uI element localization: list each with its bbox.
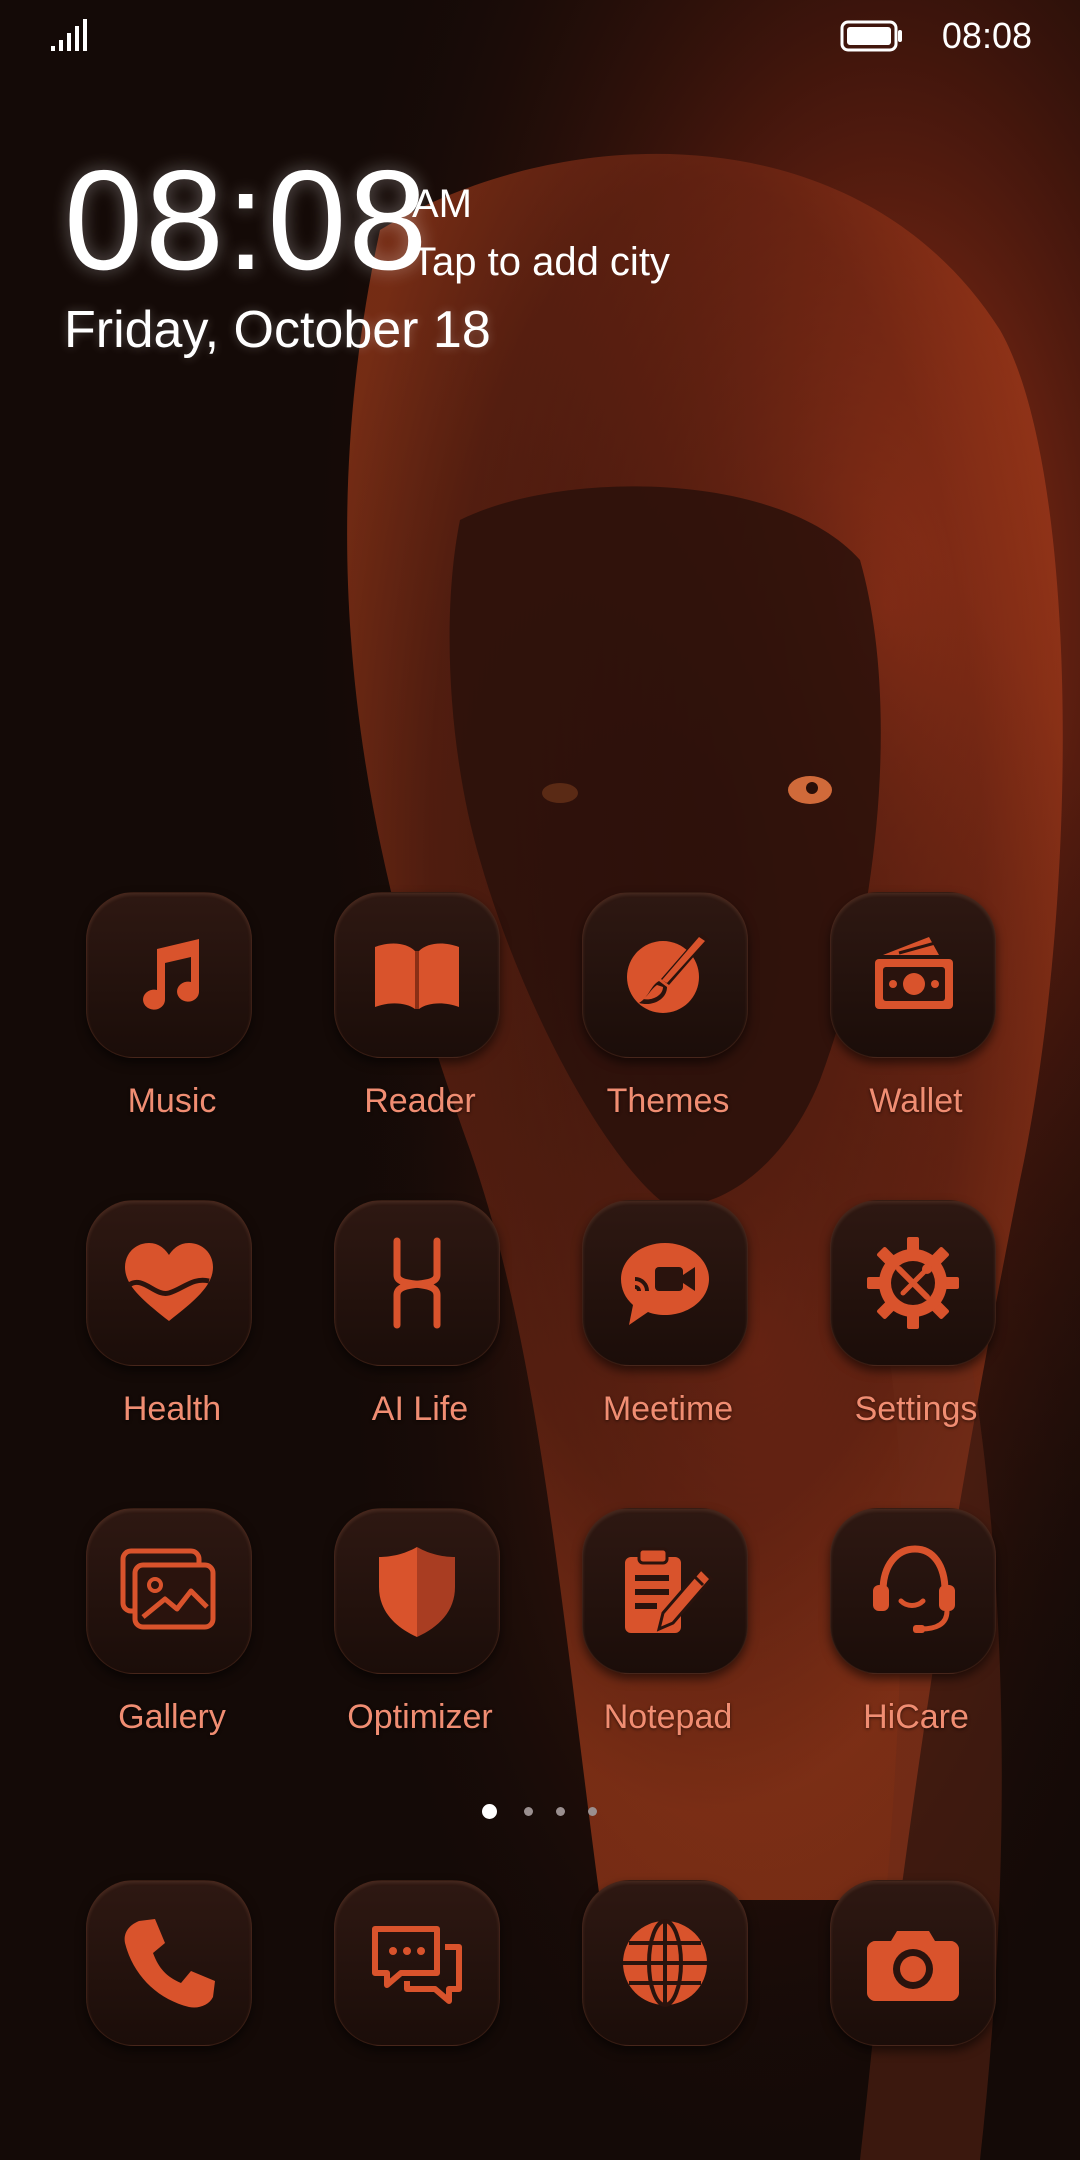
app-notepad-label: Notepad (603, 1698, 733, 1736)
page-dot-1[interactable] (482, 1804, 497, 1819)
ai-life-icon (393, 1237, 441, 1329)
dock-browser-tile[interactable] (582, 1880, 748, 2046)
app-meetime-label: Meetime (602, 1390, 734, 1428)
page-dot-3[interactable] (556, 1807, 565, 1816)
page-dot-2[interactable] (524, 1807, 533, 1816)
app-wallet-label: Wallet (869, 1082, 963, 1120)
app-settings-tile[interactable] (830, 1200, 996, 1366)
heart-icon (125, 1243, 213, 1321)
app-reader-tile[interactable] (334, 892, 500, 1058)
status-bar: 08:08 (0, 0, 1080, 72)
app-music-tile[interactable] (86, 892, 252, 1058)
dock-messages[interactable] (296, 1880, 544, 2150)
clock-ampm: AM (412, 182, 472, 226)
app-meetime-tile[interactable] (582, 1200, 748, 1366)
app-music[interactable]: Music (48, 892, 296, 1162)
app-gallery[interactable]: Gallery (48, 1508, 296, 1778)
app-health-label: Health (122, 1390, 222, 1428)
status-bar-time: 08:08 (941, 15, 1032, 56)
app-settings[interactable]: Settings (792, 1200, 1040, 1470)
app-themes-label: Themes (606, 1082, 730, 1120)
gear-tools-icon (867, 1237, 959, 1329)
app-gallery-label: Gallery (118, 1698, 226, 1736)
app-gallery-tile[interactable] (86, 1508, 252, 1674)
book-icon (375, 943, 459, 1009)
app-optimizer-label: Optimizer (347, 1698, 493, 1736)
app-ai-life-tile[interactable] (334, 1200, 500, 1366)
money-icon (875, 937, 953, 1009)
clock-date[interactable]: Friday, October 18 (64, 300, 491, 360)
app-reader-label: Reader (364, 1082, 476, 1120)
video-chat-icon (621, 1243, 709, 1325)
app-settings-label: Settings (854, 1390, 978, 1428)
weather-city-prompt[interactable]: Tap to add city (412, 240, 670, 285)
dock-camera-tile[interactable] (830, 1880, 996, 2046)
dock-browser[interactable] (544, 1880, 792, 2150)
clock-time[interactable]: 08:08 (64, 150, 429, 292)
music-note-icon (143, 939, 200, 1010)
app-themes-tile[interactable] (582, 892, 748, 1058)
headset-icon (873, 1545, 955, 1633)
phone-icon (124, 1919, 215, 2008)
app-hicare-label: HiCare (863, 1698, 969, 1736)
app-hicare[interactable]: HiCare (792, 1508, 1040, 1778)
app-optimizer[interactable]: Optimizer (296, 1508, 544, 1778)
dock-phone[interactable] (48, 1880, 296, 2150)
messages-icon (372, 1926, 462, 2004)
app-reader[interactable]: Reader (296, 892, 544, 1162)
app-wallet-tile[interactable] (830, 892, 996, 1058)
app-notepad[interactable]: Notepad (544, 1508, 792, 1778)
app-meetime[interactable]: Meetime (544, 1200, 792, 1470)
dock-camera[interactable] (792, 1880, 1040, 2150)
app-wallet[interactable]: Wallet (792, 892, 1040, 1162)
gallery-icon (120, 1548, 216, 1630)
dock-phone-tile[interactable] (86, 1880, 252, 2046)
app-notepad-tile[interactable] (582, 1508, 748, 1674)
app-themes[interactable]: Themes (544, 892, 792, 1162)
palette-brush-icon (627, 933, 709, 1013)
clipboard-pencil-icon (625, 1547, 714, 1633)
dock-messages-tile[interactable] (334, 1880, 500, 2046)
camera-icon (867, 1931, 959, 2001)
app-ai-life-label: AI Life (371, 1390, 469, 1428)
page-dot-4[interactable] (588, 1807, 597, 1816)
signal-strength-icon (51, 19, 87, 51)
app-music-label: Music (127, 1082, 217, 1120)
app-health[interactable]: Health (48, 1200, 296, 1470)
battery-icon (840, 20, 902, 52)
app-health-tile[interactable] (86, 1200, 252, 1366)
browser-globe-icon (623, 1919, 707, 2007)
app-optimizer-tile[interactable] (334, 1508, 500, 1674)
app-hicare-tile[interactable] (830, 1508, 996, 1674)
shield-icon (379, 1547, 455, 1637)
app-ai-life[interactable]: AI Life (296, 1200, 544, 1470)
